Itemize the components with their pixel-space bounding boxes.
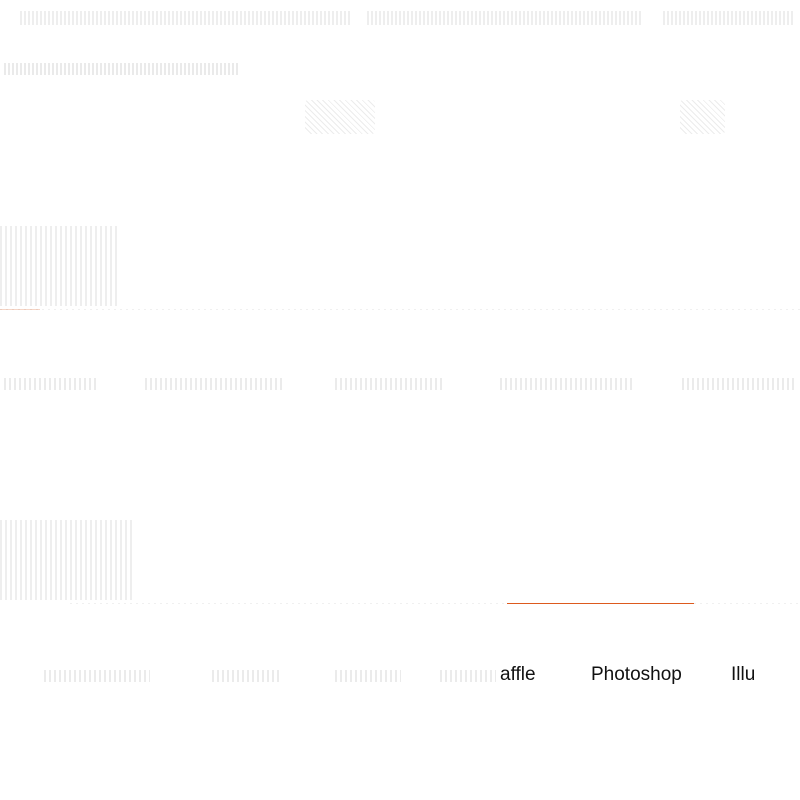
stat-number-ghost: [305, 100, 375, 134]
tab-photoshop[interactable]: Photoshop: [591, 660, 682, 690]
intro-text-band: [0, 6, 800, 40]
tab-ghost-label: [212, 669, 280, 682]
tab-ghost-label: [500, 377, 633, 390]
tab-row-tools: affle Photoshop Illu: [0, 660, 800, 690]
tab-ghost[interactable]: [335, 368, 445, 398]
tab-ghost[interactable]: [335, 660, 405, 690]
intro-text-segment: [367, 10, 643, 25]
section-title-ghost: [0, 226, 120, 306]
tab-active-indicator-ghost: [0, 309, 40, 310]
tab-ghost-label: [682, 377, 797, 390]
tab-ghost-label: [335, 377, 443, 390]
tab-ghost[interactable]: [4, 368, 99, 398]
page: affle Photoshop Illu: [0, 0, 800, 800]
tab-ghost[interactable]: [500, 368, 635, 398]
intro-text-segment: [663, 10, 794, 25]
tab-ghost-label: [440, 669, 496, 682]
tab-affle[interactable]: affle: [500, 660, 536, 690]
tab-row-skills: [0, 368, 800, 398]
tab-illustrator[interactable]: Illu: [731, 660, 755, 690]
intro-text-segment: [20, 10, 350, 25]
section-title-ghost: [0, 520, 135, 600]
tab-ghost-label: [335, 669, 401, 682]
tab-row-divider: [0, 309, 800, 310]
tab-ghost[interactable]: [682, 368, 800, 398]
sub-intro-text: [4, 58, 264, 82]
tab-ghost-label: [44, 669, 150, 682]
sub-intro-segment: [4, 62, 239, 75]
stat-number-ghost: [680, 100, 725, 134]
tab-ghost-label: [4, 377, 96, 390]
tab-ghost[interactable]: [145, 368, 285, 398]
tab-ghost[interactable]: [440, 660, 498, 690]
tab-ghost[interactable]: [212, 660, 282, 690]
tab-ghost-label: [145, 377, 283, 390]
tab-ghost[interactable]: [44, 660, 154, 690]
tab-active-indicator: [507, 603, 694, 604]
